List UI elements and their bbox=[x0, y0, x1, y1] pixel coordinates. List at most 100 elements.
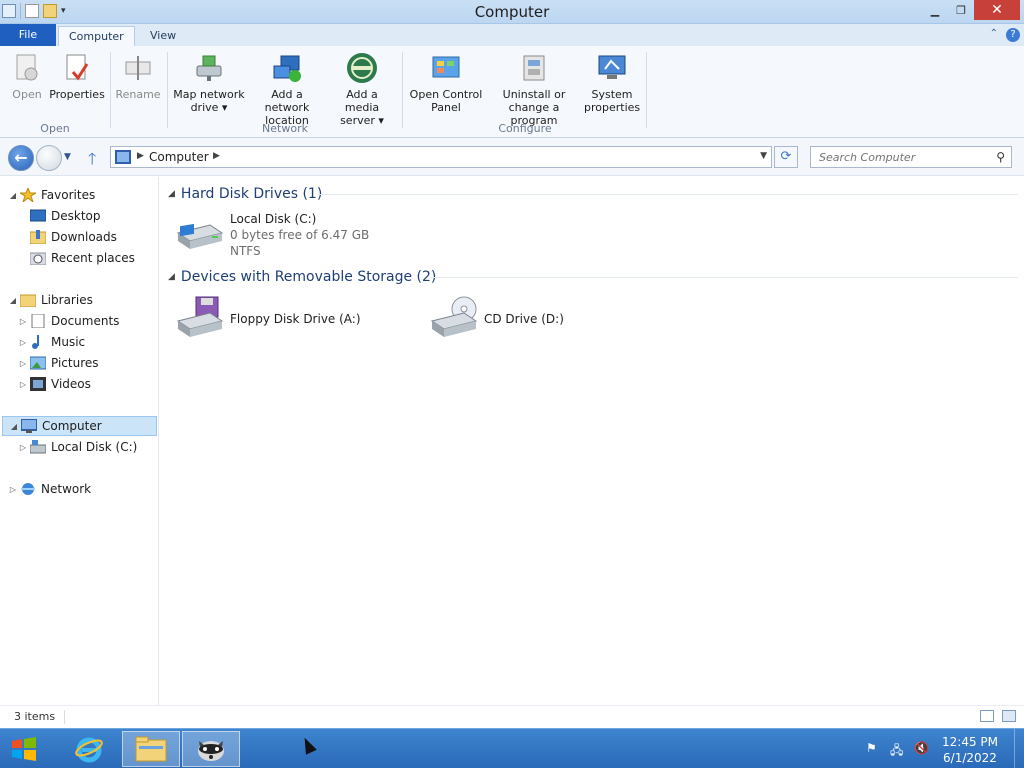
raccoon-icon bbox=[198, 741, 224, 761]
taskbar-raccoon-app[interactable] bbox=[182, 731, 240, 767]
group-divider bbox=[167, 52, 168, 128]
libraries-icon bbox=[19, 293, 37, 308]
collapsed-arrow-icon[interactable]: ▷ bbox=[18, 380, 28, 389]
open-button[interactable]: Open bbox=[8, 52, 46, 101]
search-input[interactable] bbox=[811, 147, 981, 167]
ribbon: Open Properties Rename Open Map network … bbox=[0, 46, 1024, 138]
view-switcher bbox=[980, 710, 1016, 722]
collapse-arrow-icon[interactable]: ◢ bbox=[168, 189, 175, 199]
taskbar: ⚑ 🖧 🔇 12:45 PM 6/1/2022 bbox=[0, 728, 1024, 768]
address-bar[interactable]: ▶ Computer ▶ ▼ bbox=[110, 146, 772, 168]
collapse-arrow-icon[interactable]: ◢ bbox=[168, 272, 175, 282]
open-control-panel-button[interactable]: Open Control Panel bbox=[408, 52, 484, 114]
collapsed-arrow-icon[interactable]: ▷ bbox=[8, 485, 18, 494]
clock-time: 12:45 PM bbox=[942, 735, 998, 749]
hard-disk-icon bbox=[176, 211, 224, 253]
tab-file[interactable]: File bbox=[0, 24, 56, 46]
system-properties-button[interactable]: System properties bbox=[584, 52, 640, 114]
tree-item-desktop[interactable]: Desktop bbox=[29, 206, 101, 226]
add-network-location-label: Add a network bbox=[264, 88, 310, 114]
drive-floppy[interactable]: Floppy Disk Drive (A:) bbox=[176, 295, 361, 337]
search-box[interactable]: ⚲ bbox=[810, 146, 1012, 168]
group-removable-storage[interactable]: ◢ Devices with Removable Storage (2) bbox=[168, 266, 1018, 288]
recent-locations-dropdown-icon[interactable]: ▼ bbox=[64, 152, 71, 162]
expanded-arrow-icon[interactable]: ◢ bbox=[8, 296, 18, 305]
rename-button[interactable]: Rename bbox=[114, 52, 162, 101]
tree-item-downloads[interactable]: Downloads bbox=[29, 227, 117, 247]
network-status-icon[interactable]: 🖧 bbox=[890, 741, 904, 757]
tree-item-network[interactable]: ▷ Network bbox=[8, 479, 91, 499]
close-button[interactable]: ✕ bbox=[974, 0, 1020, 20]
local-disk-name: Local Disk (C:) bbox=[230, 212, 317, 226]
large-icons-view-icon[interactable] bbox=[1002, 710, 1016, 722]
details-view-icon[interactable] bbox=[980, 710, 994, 722]
tree-item-computer[interactable]: ◢ Computer bbox=[2, 416, 157, 436]
drive-cd[interactable]: CD Drive (D:) bbox=[430, 295, 564, 337]
start-button[interactable] bbox=[10, 737, 38, 761]
pictures-icon bbox=[29, 356, 47, 370]
collapsed-arrow-icon[interactable]: ▷ bbox=[18, 317, 28, 326]
collapsed-arrow-icon[interactable]: ▷ bbox=[18, 443, 28, 452]
add-media-server-button[interactable]: Add a media server ▾ bbox=[328, 52, 396, 127]
tree-item-libraries[interactable]: ◢ Libraries bbox=[8, 290, 93, 310]
status-bar: 3 items bbox=[0, 705, 1024, 728]
uninstall-program-button[interactable]: Uninstall or change a program bbox=[486, 52, 582, 127]
refresh-button[interactable]: ⟳ bbox=[774, 146, 798, 168]
show-desktop-button[interactable] bbox=[1014, 729, 1024, 768]
breadcrumb-arrow-icon[interactable]: ▶ bbox=[213, 151, 220, 161]
media-server-icon bbox=[346, 52, 378, 84]
breadcrumb-arrow-icon[interactable]: ▶ bbox=[137, 151, 144, 161]
properties-button[interactable]: Properties bbox=[48, 52, 106, 101]
action-center-flag-icon[interactable]: ⚑ bbox=[866, 741, 880, 755]
music-label: Music bbox=[51, 335, 86, 349]
back-button[interactable]: ← bbox=[8, 145, 34, 171]
tree-item-favorites[interactable]: ◢ Favorites bbox=[8, 185, 95, 205]
tree-item-videos[interactable]: ▷ Videos bbox=[18, 374, 91, 394]
tab-view[interactable]: View bbox=[140, 26, 186, 46]
floppy-name: Floppy Disk Drive (A:) bbox=[230, 312, 361, 326]
forward-button[interactable] bbox=[36, 145, 62, 171]
tab-computer[interactable]: Computer bbox=[58, 26, 135, 46]
network-label: Network bbox=[41, 482, 92, 496]
breadcrumb-computer[interactable]: Computer bbox=[149, 150, 209, 164]
open-label: Open bbox=[12, 88, 42, 101]
taskbar-internet-explorer[interactable] bbox=[60, 731, 118, 767]
collapsed-arrow-icon[interactable]: ▷ bbox=[18, 359, 28, 368]
clock[interactable]: 12:45 PM 6/1/2022 bbox=[942, 734, 998, 766]
group-hard-disk-drives[interactable]: ◢ Hard Disk Drives (1) bbox=[168, 183, 1018, 205]
group-divider bbox=[402, 52, 403, 128]
drive-local-disk[interactable]: Local Disk (C:) 0 bytes free of 6.47 GB … bbox=[176, 211, 369, 259]
help-icon[interactable]: ? bbox=[1006, 28, 1020, 42]
tree-item-pictures[interactable]: ▷ Pictures bbox=[18, 353, 99, 373]
folder-icon bbox=[135, 736, 167, 762]
minimize-ribbon-icon[interactable]: ⌃ bbox=[990, 28, 998, 42]
restore-button[interactable]: ❐ bbox=[948, 0, 974, 20]
open-control-panel-label: Open Control bbox=[409, 88, 483, 101]
group-label-open: Open bbox=[40, 122, 70, 135]
tree-item-documents[interactable]: ▷ Documents bbox=[18, 311, 119, 331]
collapsed-arrow-icon[interactable]: ▷ bbox=[18, 338, 28, 347]
uninstall-label: Uninstall or bbox=[502, 88, 566, 101]
tree-item-local-disk[interactable]: ▷ Local Disk (C:) bbox=[18, 437, 137, 457]
map-network-drive-label-2: drive ▾ bbox=[190, 101, 228, 114]
system-tray: ⚑ 🖧 🔇 bbox=[866, 741, 929, 757]
expanded-arrow-icon[interactable]: ◢ bbox=[9, 422, 19, 431]
taskbar-file-explorer[interactable] bbox=[122, 731, 180, 767]
system-properties-label: System bbox=[591, 88, 633, 101]
volume-muted-icon[interactable]: 🔇 bbox=[914, 741, 929, 755]
address-dropdown-icon[interactable]: ▼ bbox=[760, 151, 767, 161]
item-count: 3 items bbox=[14, 710, 56, 723]
network-drive-icon bbox=[193, 52, 225, 84]
add-network-location-button[interactable]: Add a network location bbox=[248, 52, 326, 127]
tree-item-music[interactable]: ▷ Music bbox=[18, 332, 85, 352]
expanded-arrow-icon[interactable]: ◢ bbox=[8, 191, 18, 200]
downloads-icon bbox=[29, 230, 47, 245]
search-icon[interactable]: ⚲ bbox=[996, 150, 1005, 164]
tree-item-recent-places[interactable]: Recent places bbox=[29, 248, 135, 268]
status-divider bbox=[64, 710, 65, 724]
up-arrow-icon[interactable]: 🡑 bbox=[88, 148, 96, 175]
group-divider bbox=[430, 277, 1018, 278]
open-icon bbox=[11, 52, 43, 84]
minimize-button[interactable]: ▁ bbox=[922, 0, 948, 20]
map-network-drive-button[interactable]: Map network drive ▾ bbox=[172, 52, 246, 114]
